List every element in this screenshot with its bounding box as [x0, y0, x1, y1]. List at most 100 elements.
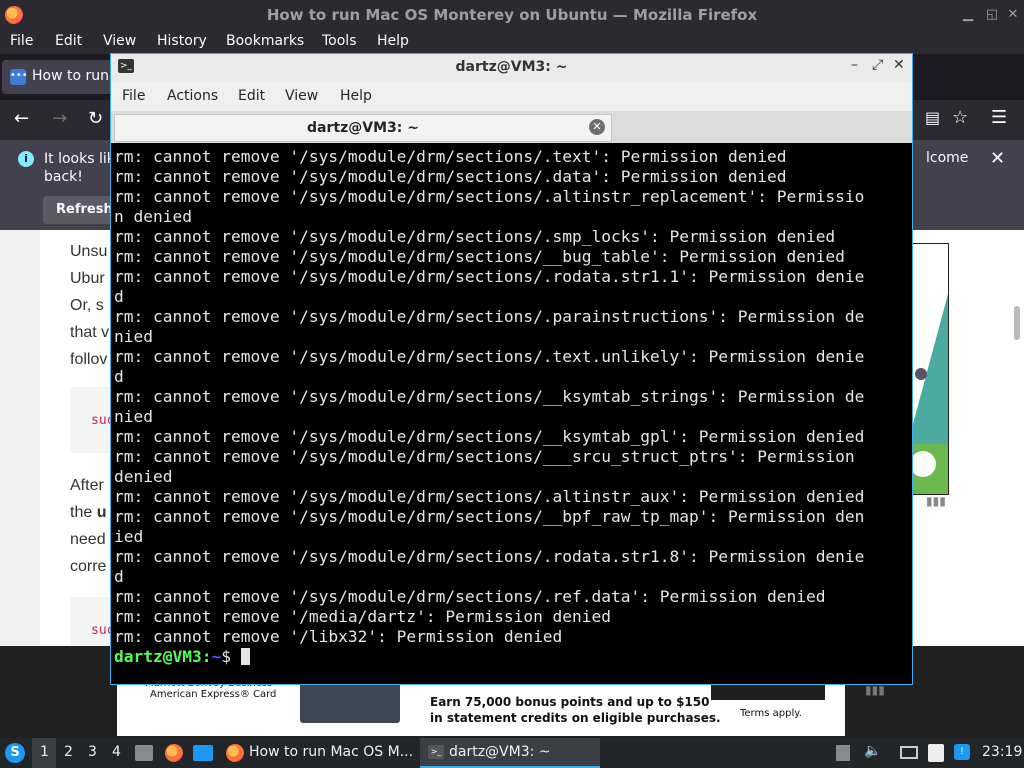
firefox-logo-icon	[5, 6, 23, 24]
illustration	[913, 244, 948, 494]
terminal-line: nied	[114, 407, 153, 426]
notes-icon[interactable]	[928, 744, 944, 762]
terminal-menu-edit[interactable]: Edit	[238, 88, 265, 104]
page-scrollbar[interactable]	[1014, 306, 1020, 340]
clock[interactable]: 23:19	[982, 744, 1022, 760]
terminal-line: ied	[114, 527, 144, 546]
terminal-line: rm: cannot remove '/sys/module/drm/secti…	[114, 307, 865, 326]
terminal-tab[interactable]: dartz@VM3: ~ ✕	[114, 114, 612, 142]
menu-edit[interactable]: Edit	[55, 33, 82, 49]
menu-tools[interactable]: Tools	[322, 33, 357, 49]
start-menu-icon[interactable]: S	[5, 743, 25, 763]
firefox-launcher-icon[interactable]	[165, 744, 183, 762]
terminal-tab-close-icon[interactable]: ✕	[589, 119, 605, 135]
reader-view-icon[interactable]: ▤	[925, 108, 940, 127]
terminal-line: d	[114, 567, 124, 586]
close-icon[interactable]: ✕	[1005, 7, 1021, 23]
back-icon[interactable]: ←	[14, 108, 29, 129]
terminal-menubar: File Actions Edit View Help	[111, 81, 912, 111]
article-line: follov	[70, 351, 108, 368]
terminal-line: nied	[114, 327, 153, 346]
notification-close-icon[interactable]: ✕	[990, 148, 1005, 169]
hamburger-menu-icon[interactable]: ☰	[991, 107, 1007, 128]
info-icon: i	[18, 151, 34, 167]
firefox-titlebar: How to run Mac OS Monterey on Ubuntu — M…	[0, 0, 1024, 30]
terminal-line: d	[114, 287, 124, 306]
terminal-line: rm: cannot remove '/sys/module/drm/secti…	[114, 267, 865, 286]
terminal-line: d	[114, 367, 124, 386]
terminal-maximize-icon[interactable]: ⤢	[872, 57, 883, 73]
refresh-button[interactable]: Refresh	[43, 196, 117, 224]
terminal-line: rm: cannot remove '/sys/module/drm/secti…	[114, 387, 865, 406]
terminal-line: rm: cannot remove '/sys/module/drm/secti…	[114, 167, 787, 186]
credit-card-image	[300, 681, 400, 723]
reload-icon[interactable]: ↻	[88, 108, 103, 129]
menu-file[interactable]: File	[10, 33, 33, 49]
prompt-path: ~	[211, 647, 222, 666]
bookmark-star-icon[interactable]: ☆	[952, 107, 968, 128]
terminal-prompt[interactable]: dartz@VM3:~$	[114, 647, 864, 667]
minimize-icon[interactable]: ▁	[960, 7, 976, 23]
article-line: corre	[70, 558, 107, 575]
tab-favicon-icon: •••	[10, 69, 28, 85]
article-line: Unsu	[70, 243, 108, 260]
terminal-line: rm: cannot remove '/media/dartz': Permis…	[114, 607, 612, 626]
update-notifier-icon[interactable]: !	[954, 744, 970, 760]
terminal-line: rm: cannot remove '/sys/module/drm/secti…	[114, 447, 855, 466]
terminal-menu-file[interactable]: File	[122, 88, 145, 104]
volume-icon[interactable]: 🔈	[864, 743, 881, 759]
desktop-4[interactable]: 4	[112, 744, 121, 760]
terminal-line: rm: cannot remove '/sys/module/drm/secti…	[114, 587, 826, 606]
menu-help[interactable]: Help	[377, 33, 409, 49]
terminal-close-icon[interactable]: ✕	[893, 57, 905, 73]
terminal-menu-view[interactable]: View	[285, 88, 318, 104]
menu-view[interactable]: View	[103, 33, 136, 49]
page-margin	[0, 230, 40, 646]
terminal-tab-label: dartz@VM3: ~	[307, 120, 419, 136]
notification-line2: back!	[44, 169, 83, 185]
terminal-minimize-icon[interactable]: –	[851, 57, 858, 73]
firefox-tab[interactable]: ••• How to run	[2, 60, 122, 94]
task-firefox-label: How to run Mac OS M...	[249, 744, 414, 760]
menu-bookmarks[interactable]: Bookmarks	[226, 33, 304, 49]
terminal-line: rm: cannot remove '/sys/module/drm/secti…	[114, 227, 836, 246]
task-firefox[interactable]: How to run Mac OS M...	[222, 738, 418, 768]
terminal-cursor	[240, 648, 250, 665]
task-firefox-icon	[226, 744, 244, 762]
desktop-1[interactable]: 1	[40, 744, 49, 760]
task-terminal-label: dartz@VM3: ~	[449, 744, 551, 760]
forward-icon[interactable]: →	[52, 108, 67, 129]
prompt-separator: :	[201, 647, 212, 666]
terminal-menu-actions[interactable]: Actions	[167, 88, 218, 104]
ad-offer-line1: Earn 75,000 bonus points and up to $150	[430, 695, 710, 709]
terminal-line: rm: cannot remove '/sys/module/drm/secti…	[114, 547, 865, 566]
article-paragraph-1: Unsu Ubur Or, s that v follov	[70, 238, 109, 373]
article-line: After	[70, 477, 104, 494]
terminal-line: rm: cannot remove '/sys/module/drm/secti…	[114, 427, 865, 446]
desktop-3[interactable]: 3	[88, 744, 97, 760]
terminal-menu-help[interactable]: Help	[340, 88, 372, 104]
image-logo-icon: ▮▮▮	[926, 494, 946, 508]
show-desktop-icon[interactable]	[193, 745, 213, 761]
firefox-window-title: How to run Mac OS Monterey on Ubuntu — M…	[266, 6, 758, 24]
article-line: Or, s	[70, 297, 104, 314]
terminal-line: rm: cannot remove '/sys/module/drm/secti…	[114, 147, 787, 166]
terminal-titlebar: >_ dartz@VM3: ~ – ⤢ ✕	[111, 54, 912, 81]
terminal-line: rm: cannot remove '/sys/module/drm/secti…	[114, 347, 865, 366]
terminal-line: rm: cannot remove '/sys/module/drm/secti…	[114, 187, 865, 206]
display-icon[interactable]	[900, 746, 918, 759]
maximize-icon[interactable]: ◱	[984, 7, 1000, 23]
firefox-menubar: File Edit View History Bookmarks Tools H…	[0, 30, 1024, 54]
code-block-2: suc	[70, 597, 114, 646]
desktop-2[interactable]: 2	[64, 744, 73, 760]
clipboard-icon[interactable]	[836, 745, 850, 761]
article-line: need	[70, 531, 106, 548]
task-terminal[interactable]: >_ dartz@VM3: ~	[420, 738, 600, 768]
task-terminal-icon: >_	[428, 745, 444, 759]
ad-logo-icon: ▮▮▮	[865, 683, 885, 697]
ad-offer-line2: in statement credits on eligible purchas…	[430, 711, 721, 725]
file-manager-icon[interactable]	[135, 745, 153, 761]
menu-history[interactable]: History	[157, 33, 207, 49]
terminal-output[interactable]: rm: cannot remove '/sys/module/drm/secti…	[111, 143, 912, 684]
ad-banner[interactable]: Marriott Bonvoy Business American Expres…	[117, 676, 845, 736]
